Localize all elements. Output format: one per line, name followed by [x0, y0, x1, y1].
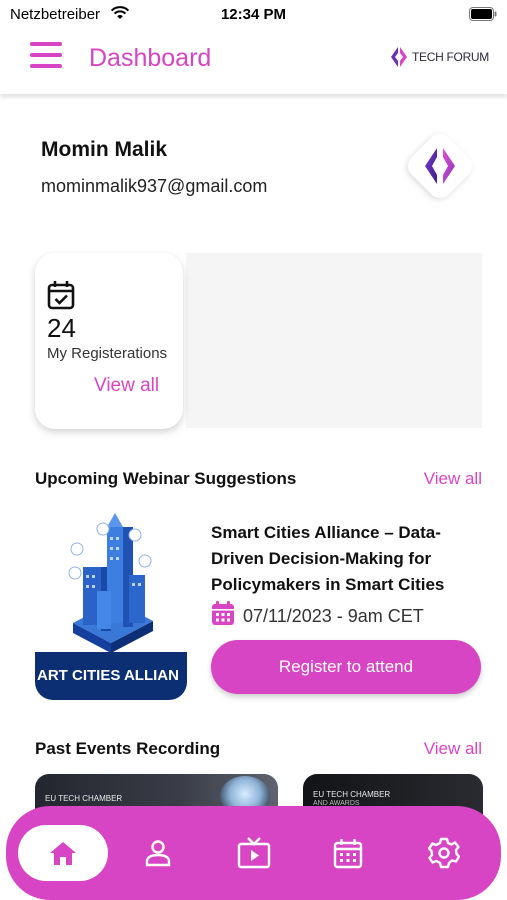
calendar-icon: [333, 838, 363, 868]
battery-icon: [469, 7, 497, 26]
clock: 12:34 PM: [220, 6, 287, 23]
webinars-section-title: Upcoming Webinar Suggestions: [35, 469, 297, 488]
registrations-label: My Registerations: [47, 345, 168, 362]
profile-email: mominmalik937@gmail.com: [41, 176, 268, 196]
register-button[interactable]: Register to attend: [211, 640, 481, 694]
page-title: Dashboard: [89, 44, 212, 72]
webinars-view-all-link[interactable]: View all: [424, 469, 482, 489]
recordings-view-all-link[interactable]: View all: [424, 739, 482, 759]
registrations-count: 24: [47, 313, 76, 343]
webinar-date: 07/11/2023 - 9am CET: [243, 605, 424, 626]
recording-label: EU TECH CHAMBER: [45, 794, 123, 803]
profile-icon: [145, 840, 171, 867]
webinar-title: Smart Cities Alliance – Data-Driven Deci…: [211, 523, 445, 594]
tech-forum-logo-icon: [391, 47, 407, 67]
webinar-date-row: 07/11/2023 - 9am CET: [211, 601, 424, 631]
brand-logo: TECH FORUM: [389, 46, 489, 68]
registrations-view-all-link[interactable]: View all: [94, 375, 159, 397]
webinar-thumbnail-banner: ART CITIES ALLIAN: [35, 652, 187, 700]
stats-strip: [186, 253, 482, 428]
nav-recordings-button[interactable]: [224, 824, 284, 882]
nav-profile-button[interactable]: [128, 824, 188, 882]
recording-label: EU TECH CHAMBER: [313, 790, 391, 799]
settings-icon: [428, 837, 460, 869]
nav-calendar-button[interactable]: [318, 824, 378, 882]
calendar-check-icon: [47, 280, 75, 315]
bottom-nav: [6, 806, 501, 900]
brand-name: TECH FORUM: [412, 50, 489, 64]
menu-button[interactable]: [30, 40, 64, 70]
calendar-icon: [211, 601, 235, 631]
smart-city-illustration: [68, 513, 153, 653]
profile-name: Momin Malik: [41, 138, 168, 161]
tv-icon: [237, 837, 271, 869]
webinar-thumbnail[interactable]: ART CITIES ALLIAN: [35, 505, 187, 700]
app-header: Dashboard TECH FORUM: [0, 30, 507, 94]
status-bar: Netzbetreiber 12:34 PM: [0, 0, 507, 30]
nav-home-button[interactable]: [18, 825, 108, 881]
home-icon: [50, 842, 76, 865]
recordings-section-title: Past Events Recording: [35, 739, 221, 758]
nav-settings-button[interactable]: [414, 824, 474, 882]
profile-avatar[interactable]: [400, 126, 480, 206]
